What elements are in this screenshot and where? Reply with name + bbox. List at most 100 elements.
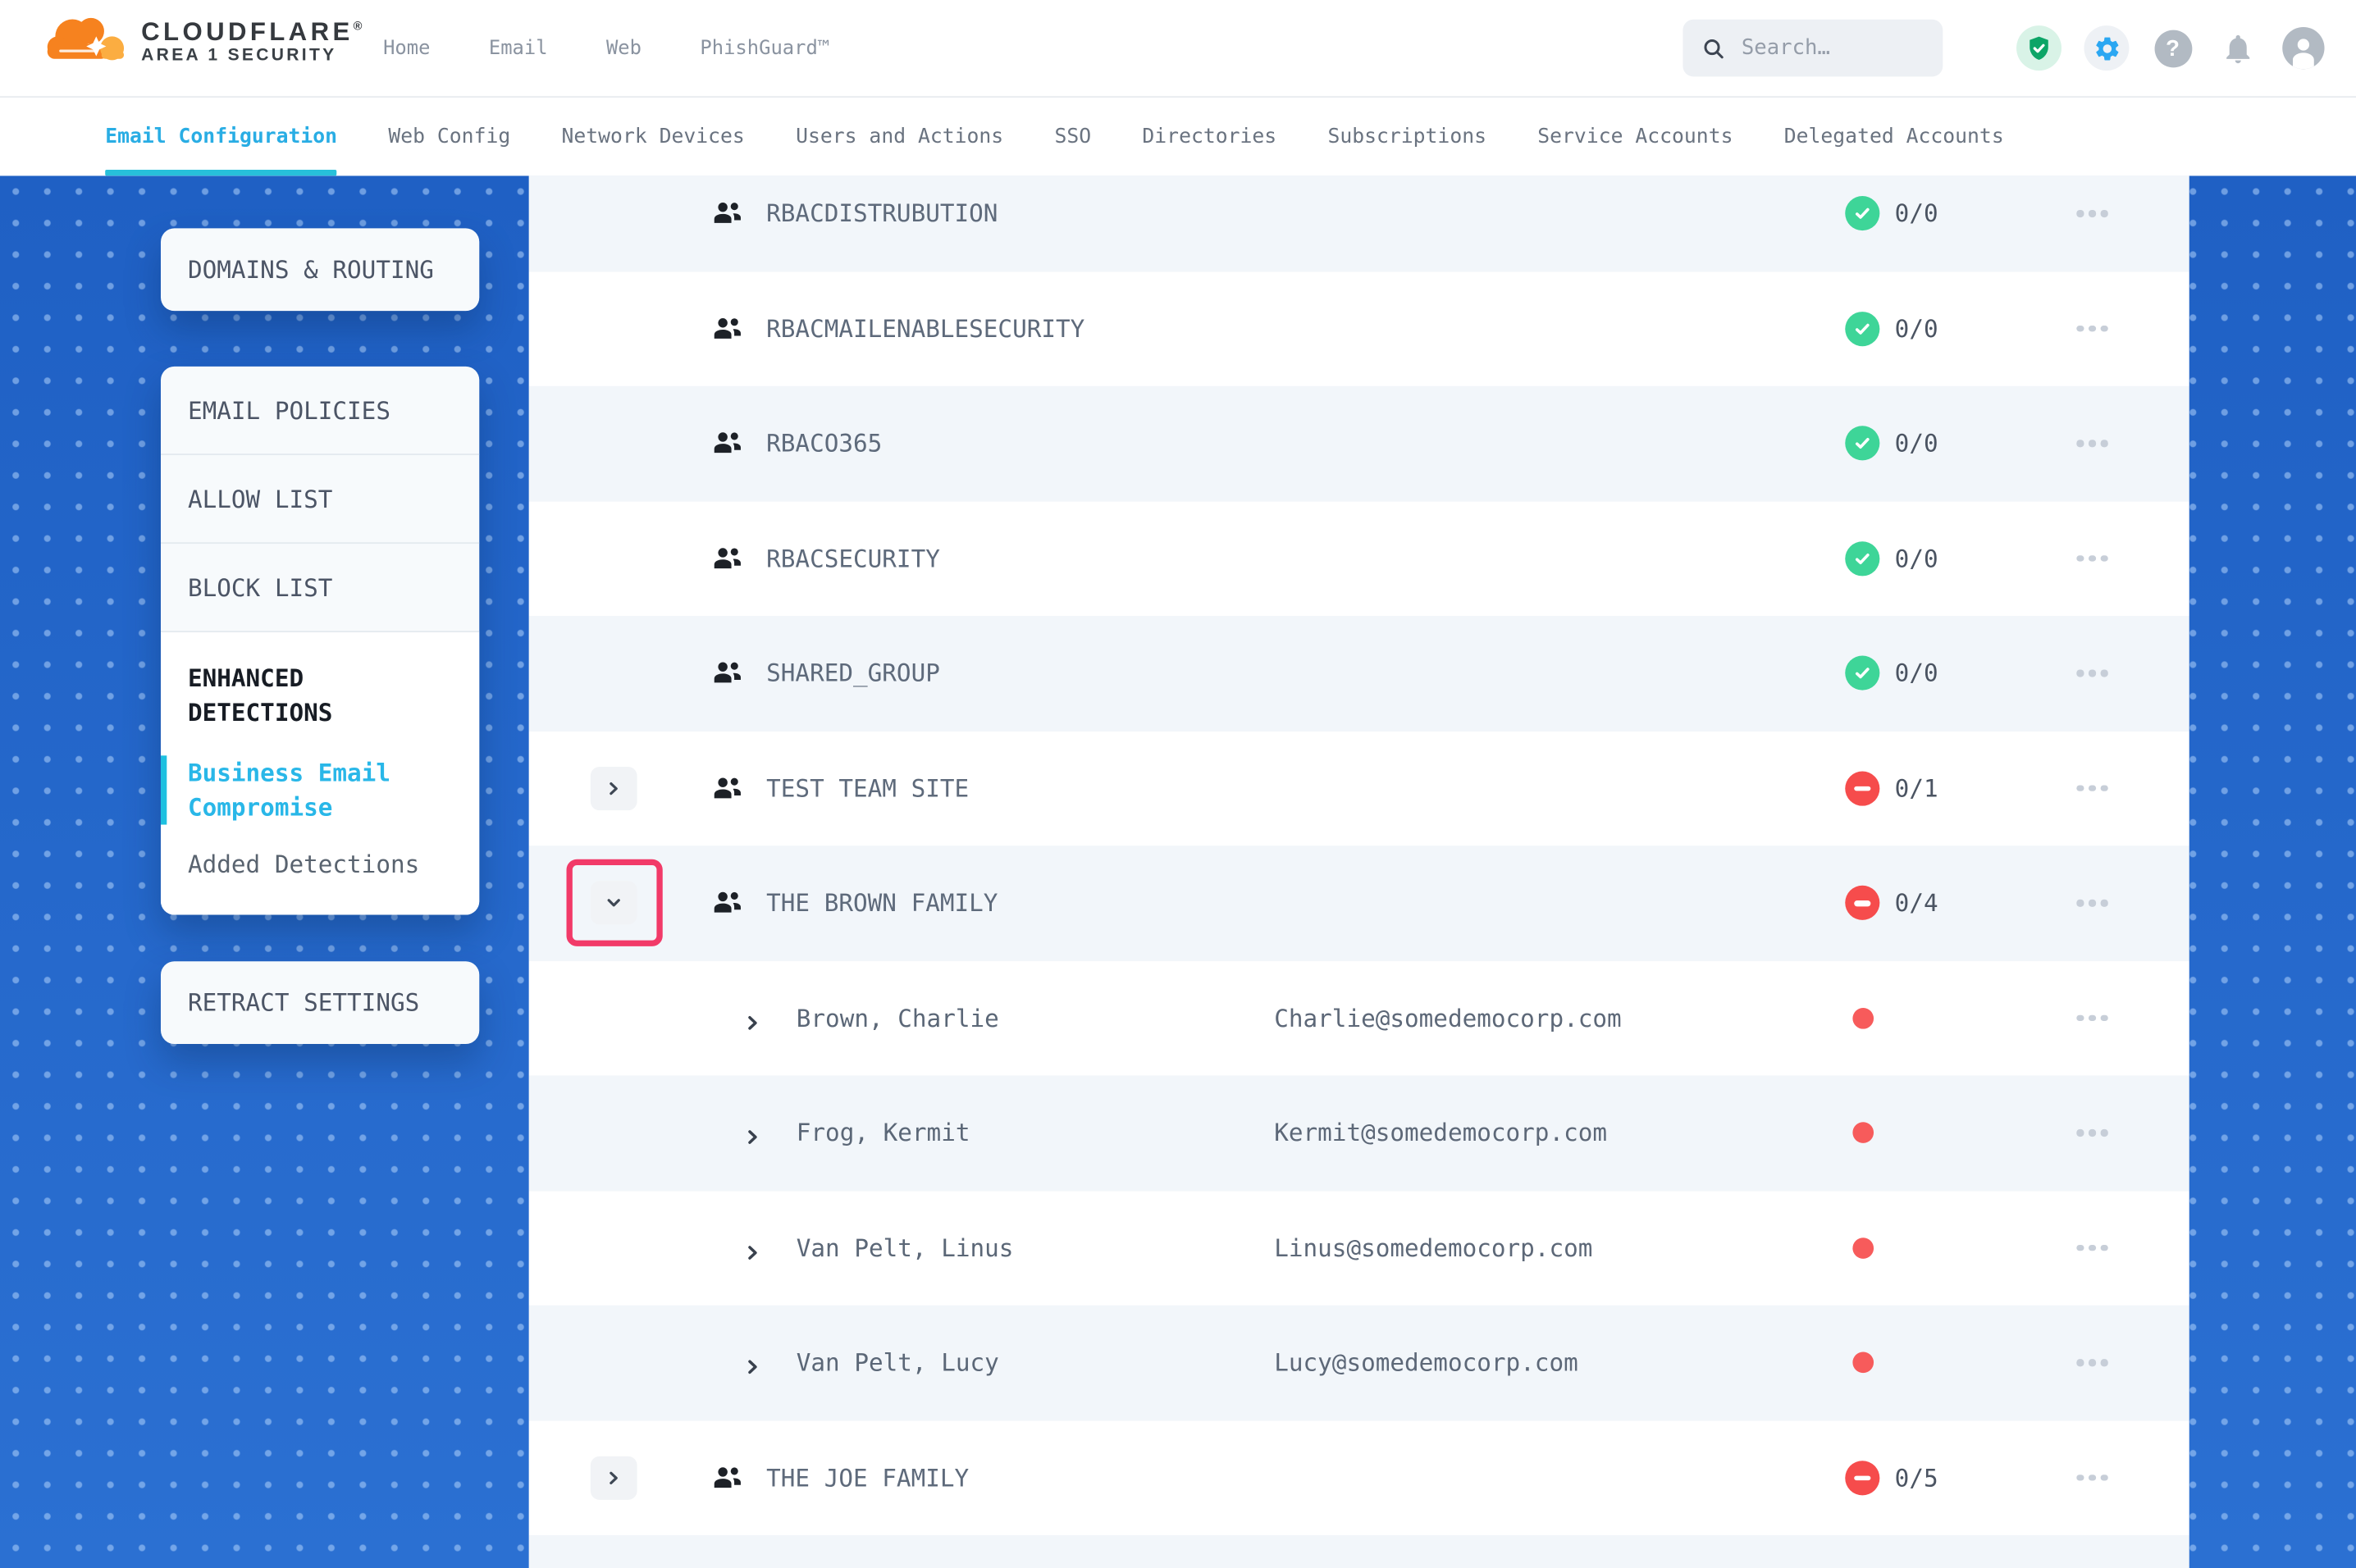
group-icon [710,657,743,690]
config-tabs: Email Configuration Web Config Network Dev… [0,96,2356,175]
top-nav-link-web[interactable]: Web [606,37,642,59]
status-pass-badge [1845,196,1879,230]
enhanced-detections-title: ENHANCED DETECTIONS [188,661,452,730]
top-header: CLOUDFLARE® AREA 1 SECURITY Home Email Web… [0,0,2356,98]
status-fail-dot [1852,1008,1874,1029]
row-menu-button[interactable] [2074,1465,2111,1490]
tab-subscriptions[interactable]: Subscriptions [1327,96,1486,175]
status-pass-badge [1845,426,1879,461]
member-row: Van Pelt, LinusLinus@somedemocorp.com [529,1191,2189,1306]
groups-table: RBACDISTRUBUTION0/0RBACMAILENABLESECURIT… [529,175,2189,1568]
member-count: 0/0 [1895,659,1938,688]
group-row: RBACDISTRUBUTION 0/0 [529,175,2189,271]
minus-glyph [1854,900,1870,905]
row-menu-button[interactable] [2074,317,2111,341]
sidebar-link-business-email-compromise[interactable]: Business Email Compromise [161,755,452,824]
member-count: 0/0 [1895,199,1938,228]
domains-routing-card: DOMAINS & ROUTING [161,228,479,311]
expand-group-button[interactable] [591,767,637,810]
tab-email-configuration[interactable]: Email Configuration [105,96,337,175]
tab-label: Network Devices [562,124,745,148]
status-fail-dot [1852,1123,1874,1144]
row-menu-button[interactable] [2074,891,2111,915]
status-fail-badge [1845,771,1879,805]
tab-network-devices[interactable]: Network Devices [562,96,745,175]
member-name: Frog, Kermit [797,1119,970,1147]
group-name: THE JOE FAMILY [766,1463,969,1492]
member-count: 0/1 [1895,774,1938,803]
group-name: THE BROWN FAMILY [766,889,998,918]
status-pass-badge [1845,656,1879,691]
row-menu-button[interactable] [2074,661,2111,686]
top-nav-link-phishguard[interactable]: PhishGuard™ [700,37,829,59]
tab-directories[interactable]: Directories [1142,96,1276,175]
member-name: Van Pelt, Linus [797,1233,1014,1262]
row-menu-button[interactable] [2074,431,2111,456]
row-menu-button[interactable] [2074,1005,2111,1030]
member-count: 0/4 [1895,889,1938,918]
table-rows: RBACDISTRUBUTION0/0RBACMAILENABLESECURIT… [529,175,2189,1568]
security-shield-icon[interactable] [2016,25,2062,71]
cloudflare-logo[interactable]: CLOUDFLARE® AREA 1 SECURITY [42,11,362,68]
help-icon[interactable]: ? [2150,25,2195,71]
row-menu-button[interactable] [2074,1120,2111,1145]
tab-service-accounts[interactable]: Service Accounts [1537,96,1733,175]
member-name: Van Pelt, Lucy [797,1348,999,1377]
sidebar-item-retract-settings[interactable]: RETRACT SETTINGS [161,961,479,1044]
member-row: Brown, CharlieCharlie@somedemocorp.com [529,960,2189,1075]
member-chevron-icon [744,1009,762,1027]
brand-name: CLOUDFLARE® [141,11,362,45]
search-icon [1701,35,1726,61]
member-count: 0/0 [1895,314,1938,343]
brand-subtitle: AREA 1 SECURITY [141,46,362,67]
tab-label: Email Configuration [105,124,337,148]
tab-sso[interactable]: SSO [1054,96,1091,175]
tab-label: Subscriptions [1327,124,1486,148]
avatar [2282,27,2324,69]
group-icon [710,772,743,805]
notifications-bell-icon[interactable] [2215,25,2260,71]
policy-items: EMAIL POLICIESALLOW LISTBLOCK LIST [161,367,479,632]
member-row: Frog, KermitKermit@somedemocorp.com [529,1075,2189,1190]
sidebar-item-block-list[interactable]: BLOCK LIST [161,544,479,632]
top-nav-link-email[interactable]: Email [489,37,548,59]
row-menu-button[interactable] [2074,546,2111,571]
member-name: Brown, Charlie [797,1004,999,1032]
group-row: THE JOE FAMILY0/5 [529,1420,2189,1535]
tab-label: Users and Actions [796,124,1003,148]
sidebar-item-allow-list[interactable]: ALLOW LIST [161,455,479,544]
row-menu-button[interactable] [2074,776,2111,800]
group-icon [710,1461,743,1494]
sidebar-item-email-policies[interactable]: EMAIL POLICIES [161,367,479,455]
settings-gear-icon[interactable] [2084,25,2129,71]
row-menu-button[interactable] [2074,201,2111,226]
group-icon [710,542,743,575]
tab-web-config[interactable]: Web Config [388,96,510,175]
sidebar-item-domains-routing[interactable]: DOMAINS & ROUTING [161,228,479,311]
search-placeholder: Search… [1742,36,1830,60]
tab-users-and-actions[interactable]: Users and Actions [796,96,1003,175]
top-nav-link-home[interactable]: Home [383,37,430,59]
group-icon [710,312,743,345]
page-scaler: CLOUDFLARE® AREA 1 SECURITY Home Email Web… [0,0,2356,1568]
minus-glyph [1854,1475,1870,1480]
group-name: RBACDISTRUBUTION [766,199,998,228]
group-row: RBACSECURITY0/0 [529,501,2189,616]
sidebar-link-added-detections[interactable]: Added Detections [188,847,452,882]
member-chevron-icon [744,1354,762,1372]
group-name: RBACSECURITY [766,545,940,573]
row-menu-button[interactable] [2074,1236,2111,1260]
group-name: SHARED_GROUP [766,659,940,688]
expand-group-button[interactable] [591,1456,637,1499]
search-box[interactable]: Search… [1683,20,1943,77]
group-name: RBACO365 [766,429,882,458]
table-row-partial [529,1535,2189,1568]
tab-delegated-accounts[interactable]: Delegated Accounts [1784,96,2004,175]
member-chevron-icon [744,1239,762,1257]
status-fail-badge [1845,886,1879,920]
tab-label: Directories [1142,124,1276,148]
account-avatar-icon[interactable] [2281,25,2326,71]
minus-glyph [1854,786,1870,791]
row-menu-button[interactable] [2074,1351,2111,1375]
group-row: THE BROWN FAMILY 0/4 [529,846,2189,960]
